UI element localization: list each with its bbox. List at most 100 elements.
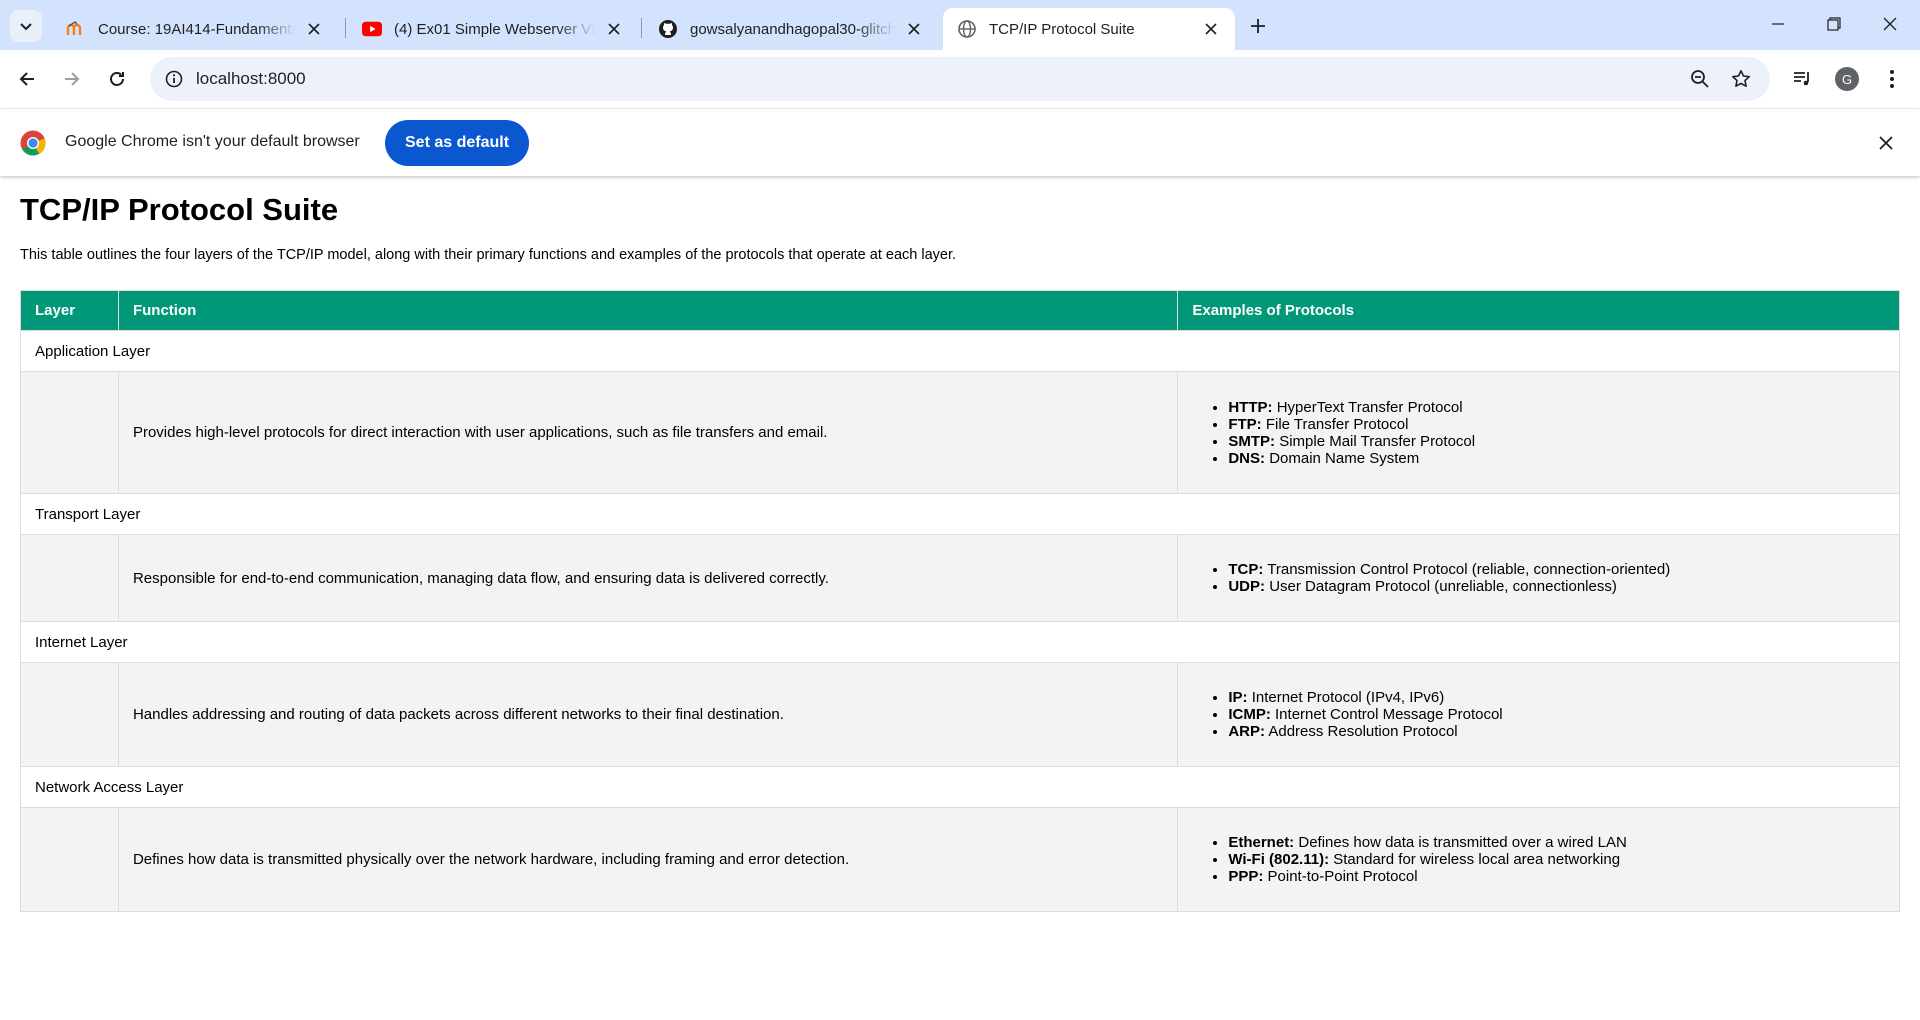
layer-name: Network Access Layer [20,766,1900,808]
back-button[interactable] [9,61,45,97]
list-item: Wi-Fi (802.11): Standard for wireless lo… [1228,851,1885,868]
protocol-name: ICMP: [1228,706,1271,723]
default-browser-infobar: Google Chrome isn't your default browser… [0,108,1920,176]
layer-name: Application Layer [20,330,1900,372]
protocol-desc: Domain Name System [1269,449,1420,467]
close-icon[interactable] [304,19,324,39]
window-close-button[interactable] [1862,0,1918,48]
table-row: Handles addressing and routing of data p… [20,662,1900,767]
plus-icon [1251,19,1265,33]
layer-name: Transport Layer [20,493,1900,535]
bookmark-star-icon [1732,70,1750,87]
globe-icon [957,19,977,39]
site-info-icon [165,70,183,88]
set-as-default-button[interactable]: Set as default [385,120,530,166]
protocol-desc: Internet Control Message Protocol [1275,706,1503,723]
protocol-name: PPP: [1228,868,1264,885]
protocol-desc: File Transfer Protocol [1265,415,1409,433]
list-item: TCP: Transmission Control Protocol (reli… [1228,561,1885,578]
protocol-desc: Address Resolution Protocol [1268,723,1458,740]
forward-button[interactable] [54,61,90,97]
empty-cell [20,534,119,622]
layer-function: Provides high-level protocols for direct… [117,371,1179,494]
table-row: Transport Layer [20,493,1900,535]
list-item: DNS: Domain Name System [1228,450,1885,467]
layer-function: Responsible for end-to-end communication… [117,534,1179,622]
protocol-list: Ethernet: Defines how data is transmitte… [1192,834,1885,885]
protocol-name: DNS: [1228,449,1266,467]
back-icon [19,72,34,86]
protocol-desc: Point-to-Point Protocol [1267,868,1418,885]
empty-cell [20,662,119,767]
protocol-cell: TCP: Transmission Control Protocol (reli… [1177,534,1900,622]
table-row: Defines how data is transmitted physical… [20,807,1900,912]
tab-search-button[interactable] [10,10,42,42]
protocol-desc: Defines how data is transmitted over a w… [1298,834,1627,851]
close-icon[interactable] [604,19,624,39]
protocol-table: Layer Function Examples of Protocols App… [20,290,1900,912]
browser-toolbar: localhost:8000 G [0,50,1920,108]
site-info-button[interactable] [160,65,188,93]
table-row: Internet Layer [20,621,1900,663]
protocol-name: Ethernet: [1228,834,1295,851]
url-text[interactable]: localhost:8000 [196,69,306,89]
menu-icon [1890,70,1894,88]
protocol-name: TCP: [1228,561,1264,578]
tab-youtube[interactable]: (4) Ex01 Simple Webserver VS Code [348,8,638,50]
column-header-function: Function [117,290,1179,331]
list-item: UDP: User Datagram Protocol (unreliable,… [1228,578,1885,595]
layer-function: Handles addressing and routing of data p… [117,662,1179,767]
new-tab-button[interactable] [1242,10,1274,42]
list-item: ARP: Address Resolution Protocol [1228,723,1885,740]
minimize-button[interactable] [1750,0,1806,48]
media-control-button[interactable] [1784,61,1820,97]
github-icon [658,19,678,39]
column-header-layer: Layer [20,290,119,331]
close-icon [1883,17,1897,31]
close-icon[interactable] [1201,19,1221,39]
protocol-desc: Internet Protocol (IPv4, IPv6) [1251,689,1445,706]
protocol-name: FTP: [1228,415,1262,433]
zoom-button[interactable] [1684,63,1716,95]
table-row: Application Layer [20,330,1900,372]
page-intro: This table outlines the four layers of t… [20,247,957,263]
list-item: HTTP: HyperText Transfer Protocol [1228,399,1885,416]
tab-title: gowsalyanandhagopal30-glitch [690,20,896,38]
tab-course[interactable]: Course: 19AI414-Fundamentals of Web [52,8,338,50]
protocol-list: TCP: Transmission Control Protocol (reli… [1192,561,1885,595]
close-icon [1879,136,1893,150]
tab-title: Course: 19AI414-Fundamentals of Web [98,20,296,38]
layer-name: Internet Layer [20,621,1900,663]
protocol-desc: User Datagram Protocol (unreliable, conn… [1269,578,1617,595]
close-icon[interactable] [904,19,924,39]
protocol-desc: Simple Mail Transfer Protocol [1279,432,1476,450]
list-item: PPP: Point-to-Point Protocol [1228,868,1885,885]
protocol-list: IP: Internet Protocol (IPv4, IPv6) ICMP:… [1192,689,1885,740]
protocol-name: UDP: [1228,578,1266,595]
protocol-desc: Transmission Control Protocol (reliable,… [1267,561,1671,578]
menu-button[interactable] [1874,61,1910,97]
table-row: Provides high-level protocols for direct… [20,371,1900,494]
profile-avatar: G [1835,67,1859,91]
list-item: ICMP: Internet Control Message Protocol [1228,706,1885,723]
tab-title: TCP/IP Protocol Suite [989,20,1135,38]
minimize-icon [1772,23,1784,25]
table-row: Network Access Layer [20,766,1900,808]
restore-icon [1827,17,1841,31]
address-bar[interactable]: localhost:8000 [150,57,1770,101]
restore-button[interactable] [1806,0,1862,48]
tab-github[interactable]: gowsalyanandhagopal30-glitch [644,8,938,50]
bookmark-button[interactable] [1725,63,1757,95]
reload-icon [110,72,124,86]
protocol-name: SMTP: [1228,432,1276,450]
list-item: IP: Internet Protocol (IPv4, IPv6) [1228,689,1885,706]
tab-tcpip-active[interactable]: TCP/IP Protocol Suite [943,8,1235,50]
reload-button[interactable] [99,61,135,97]
infobar-message: Google Chrome isn't your default browser [65,133,360,150]
page-title: TCP/IP Protocol Suite [20,192,339,227]
empty-cell [20,807,119,912]
infobar-close-button[interactable] [1872,129,1900,157]
forward-icon [65,72,80,86]
profile-button[interactable]: G [1829,61,1865,97]
protocol-name: HTTP: [1228,398,1273,416]
